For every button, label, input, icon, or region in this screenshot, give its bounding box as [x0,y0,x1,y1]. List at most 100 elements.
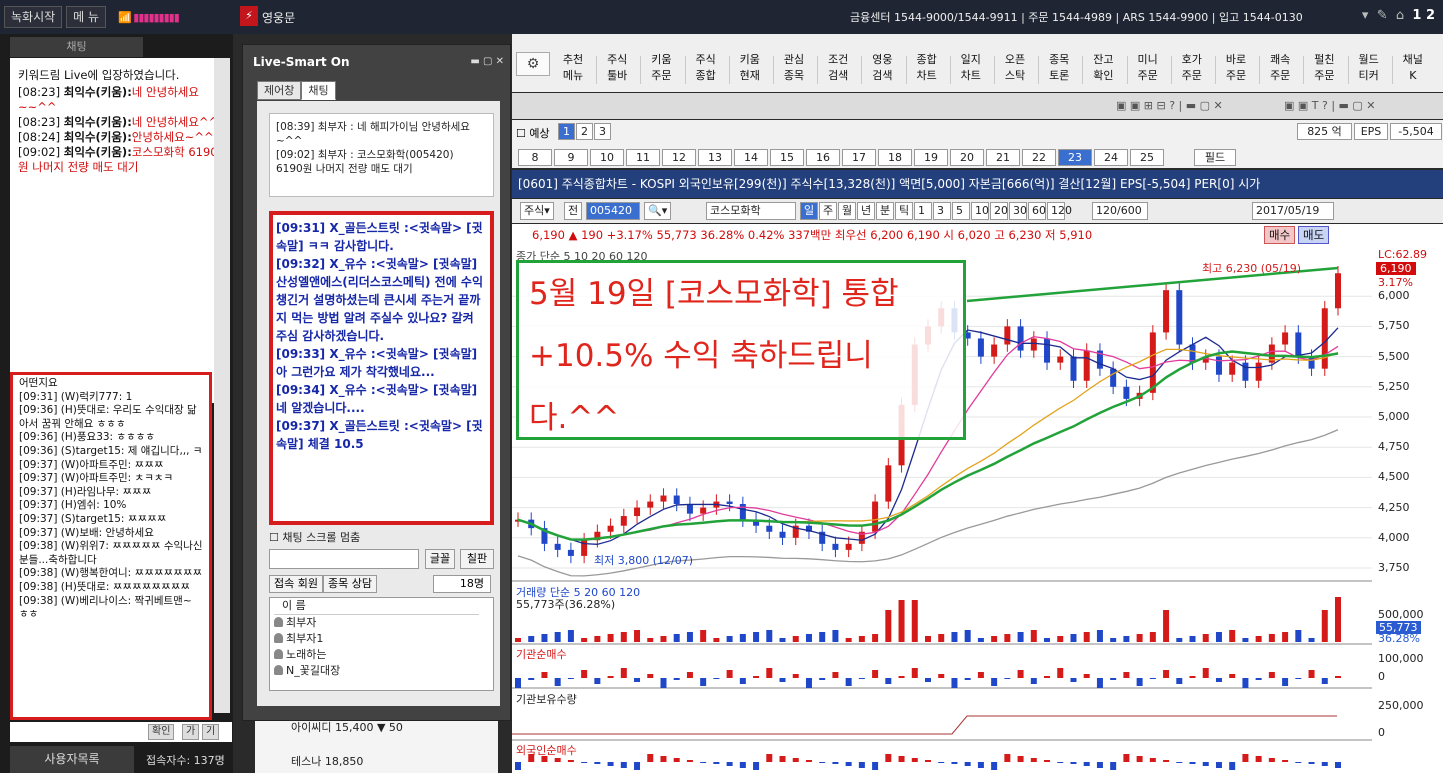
toolbar-item-9[interactable]: 종합 차트 [910,52,944,88]
chat-scrollbar[interactable] [214,58,230,713]
record-button[interactable]: 녹화시작 [4,6,63,28]
date-tab-17[interactable]: 17 [842,149,876,166]
member-item[interactable]: 최부자1 [274,631,479,647]
candle-body [1123,386,1130,399]
toolbar-item-8[interactable]: 영웅 검색 [865,52,899,88]
gear-icon[interactable]: ⚙ [516,52,550,76]
date-tab-25[interactable]: 25 [1130,149,1164,166]
date-tab-9[interactable]: 9 [554,149,588,166]
candle-body [1229,362,1236,375]
stock-row[interactable]: 아이씨디 15,400 ▼ 50 [291,719,403,735]
count-field[interactable]: 120/600 [1092,202,1148,220]
board-button[interactable]: 칠판 [460,549,494,569]
period-60[interactable]: 60 [1028,202,1046,220]
date-tab-20[interactable]: 20 [950,149,984,166]
period-월[interactable]: 월 [838,202,856,220]
toolbar-item-19[interactable]: 월드 티커 [1352,52,1386,88]
chat-input[interactable] [269,549,419,569]
toolbar-item-label: 검색 [872,69,893,82]
topbar-icons[interactable]: ▾ ✎ ⌂ 1 2 [1362,8,1435,23]
tab-row: ☐ 예상 1 2 3 825 억 EPS -5,504 [512,120,1443,146]
toolbar-item-6[interactable]: 관심 종목 [777,52,811,88]
buy-button[interactable]: 매수 [1264,226,1296,244]
tab-members[interactable]: 접속 회원 [269,575,323,593]
period-년[interactable]: 년 [857,202,875,220]
tab-consult[interactable]: 종목 상담 [322,575,377,593]
date-tab-18[interactable]: 18 [878,149,912,166]
date-tab-24[interactable]: 24 [1094,149,1128,166]
tab-control[interactable]: 제어창 [257,81,302,100]
date-tab-10[interactable]: 10 [590,149,624,166]
date-tab-11[interactable]: 11 [626,149,660,166]
date-tab-19[interactable]: 19 [914,149,948,166]
period-주[interactable]: 주 [819,202,837,220]
member-item[interactable]: 최부자 [274,615,479,631]
volume-bar [872,634,879,642]
toolbar-item-15[interactable]: 호가 주문 [1175,52,1209,88]
period-20[interactable]: 20 [990,202,1008,220]
page-tab-2[interactable]: 2 [576,123,593,140]
menu-button[interactable]: 메 뉴 [66,6,107,28]
toolbar-item-5[interactable]: 키움 현재 [733,52,767,88]
member-item[interactable]: N_꽃길대장 [274,663,479,679]
date-field[interactable]: 2017/05/19 [1252,202,1334,220]
sell-button[interactable]: 매도 [1298,226,1330,244]
toolbar-item-10[interactable]: 일지 차트 [954,52,988,88]
date-tab-21[interactable]: 21 [986,149,1020,166]
foreign-bar [1004,754,1011,762]
stock-row[interactable]: 테스나 18,850 [291,753,363,769]
period-3[interactable]: 3 [933,202,951,220]
font-button[interactable]: 가 [182,724,200,740]
toolbar-item-12[interactable]: 종목 토론 [1042,52,1076,88]
window-controls[interactable]: ▬ ▢ ✕ [470,56,504,67]
member-item[interactable]: 노래하는 [274,647,479,663]
period-120[interactable]: 120 [1047,202,1072,220]
field-button[interactable]: 필드 [1194,149,1236,166]
toolbar-item-20[interactable]: 채널 K [1396,52,1430,88]
page-tab-3[interactable]: 3 [594,123,611,140]
toolbar-item-17[interactable]: 쾌속 주문 [1263,52,1297,88]
market-select[interactable]: 주식▾ [520,202,554,220]
option-button[interactable]: 기 [202,724,220,740]
toolbar-item-11[interactable]: 오픈 스탁 [998,52,1032,88]
date-tab-23[interactable]: 23 [1058,149,1092,166]
period-일[interactable]: 일 [800,202,818,220]
font-button[interactable]: 글꼴 [425,549,455,569]
toolbar-item-1[interactable]: 추천 메뉴 [556,52,590,88]
window-controls[interactable]: ▣ ▣ ⊞ ⊟ ? | ▬ ▢ ✕ [1116,99,1223,112]
toolbar-item-18[interactable]: 펄친 주문 [1307,52,1341,88]
price-chart[interactable]: 최고 6,230 (05/19) 최저 3,800 (12/07) 종가 단순 5 … [512,246,1443,773]
scroll-stop-checkbox[interactable]: ☐ 채팅 스크롤 멈춤 [269,529,360,545]
period-틱[interactable]: 틱 [895,202,913,220]
period-10[interactable]: 10 [971,202,989,220]
window-controls[interactable]: ▣ ▣ T ? | ▬ ▢ ✕ [1284,99,1376,112]
toolbar-item-3[interactable]: 키움 주문 [644,52,678,88]
search-icon[interactable]: 🔍▾ [644,202,672,220]
page-tab-1[interactable]: 1 [558,123,575,140]
toolbar-item-13[interactable]: 잔고 확인 [1086,52,1120,88]
date-tab-14[interactable]: 14 [734,149,768,166]
confirm-button[interactable]: 확인 [148,724,175,740]
date-tab-16[interactable]: 16 [806,149,840,166]
period-분[interactable]: 분 [876,202,894,220]
stock-name[interactable]: 코스모화학 [706,202,796,220]
period-5[interactable]: 5 [952,202,970,220]
date-tab-12[interactable]: 12 [662,149,696,166]
date-tab-13[interactable]: 13 [698,149,732,166]
tab-chat[interactable]: 채팅 [301,81,336,100]
toolbar-item-2[interactable]: 주식 툴바 [600,52,634,88]
user-list-button[interactable]: 사용자목록 [10,746,134,773]
volume-bar [515,638,521,642]
toolbar-item-4[interactable]: 주식 종합 [689,52,723,88]
date-tab-22[interactable]: 22 [1022,149,1056,166]
toolbar-item-16[interactable]: 바로 주문 [1219,52,1253,88]
all-select[interactable]: 전 [564,202,583,220]
stock-code-input[interactable]: 005420 [586,202,640,220]
toolbar-item-14[interactable]: 미니 주문 [1131,52,1165,88]
date-tab-15[interactable]: 15 [770,149,804,166]
toolbar-item-7[interactable]: 조건 검색 [821,52,855,88]
date-tab-8[interactable]: 8 [518,149,552,166]
period-1[interactable]: 1 [914,202,932,220]
predict-checkbox[interactable]: ☐ 예상 [516,125,550,141]
period-30[interactable]: 30 [1009,202,1027,220]
